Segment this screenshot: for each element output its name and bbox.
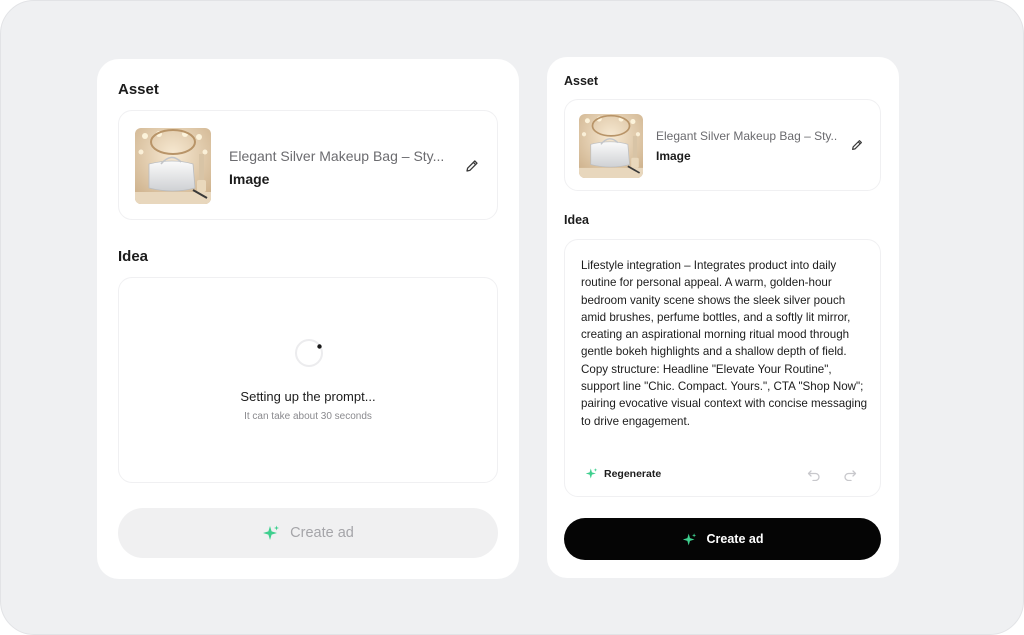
left-panel: Asset Elegant Silver Makeup Bag – Sty...… xyxy=(97,59,519,579)
loading-subtitle: It can take about 30 seconds xyxy=(244,411,372,422)
asset-section-title: Asset xyxy=(564,74,599,88)
create-ad-label: Create ad xyxy=(706,532,764,546)
asset-thumbnail xyxy=(135,128,211,204)
idea-card: Lifestyle integration – Integrates produ… xyxy=(564,239,881,497)
asset-name: Elegant Silver Makeup Bag – Sty... xyxy=(656,129,838,143)
redo-icon xyxy=(844,470,857,481)
asset-card: Elegant Silver Makeup Bag – Sty... Image xyxy=(564,99,881,191)
edit-asset-button[interactable] xyxy=(462,156,482,176)
asset-thumbnail xyxy=(579,114,643,178)
regenerate-label: Regenerate xyxy=(604,467,662,480)
regenerate-button[interactable]: Regenerate xyxy=(585,467,661,480)
app-frame: Asset Elegant Silver Makeup Bag – Sty...… xyxy=(0,0,1024,635)
asset-card: Elegant Silver Makeup Bag – Sty... Image xyxy=(118,110,498,220)
create-ad-button[interactable]: Create ad xyxy=(564,518,881,560)
create-ad-label: Create ad xyxy=(290,525,354,541)
loading-title: Setting up the prompt... xyxy=(240,389,376,404)
idea-loading-card: Setting up the prompt... It can take abo… xyxy=(118,277,498,483)
asset-section-title: Asset xyxy=(118,81,159,98)
pencil-icon xyxy=(466,160,478,172)
sparkle-icon xyxy=(585,468,598,479)
right-panel: Asset Elegant Silver Makeup Bag – Sty...… xyxy=(547,57,899,578)
product-image xyxy=(579,114,643,178)
undo-button[interactable] xyxy=(806,466,822,482)
pencil-icon xyxy=(852,140,862,150)
sparkle-icon xyxy=(682,532,696,545)
undo-icon xyxy=(807,470,820,481)
sparkle-icon xyxy=(263,525,280,540)
idea-text[interactable]: Lifestyle integration – Integrates produ… xyxy=(581,257,871,430)
edit-asset-button[interactable] xyxy=(848,136,866,154)
idea-section-title: Idea xyxy=(118,248,149,265)
product-image xyxy=(135,128,211,204)
spinner-icon xyxy=(294,338,324,368)
asset-type: Image xyxy=(656,149,691,163)
asset-name: Elegant Silver Makeup Bag – Sty... xyxy=(229,148,445,164)
create-ad-button-disabled[interactable]: Create ad xyxy=(118,508,498,558)
idea-section-title: Idea xyxy=(564,213,590,227)
redo-button[interactable] xyxy=(842,466,858,482)
asset-type: Image xyxy=(229,171,270,187)
